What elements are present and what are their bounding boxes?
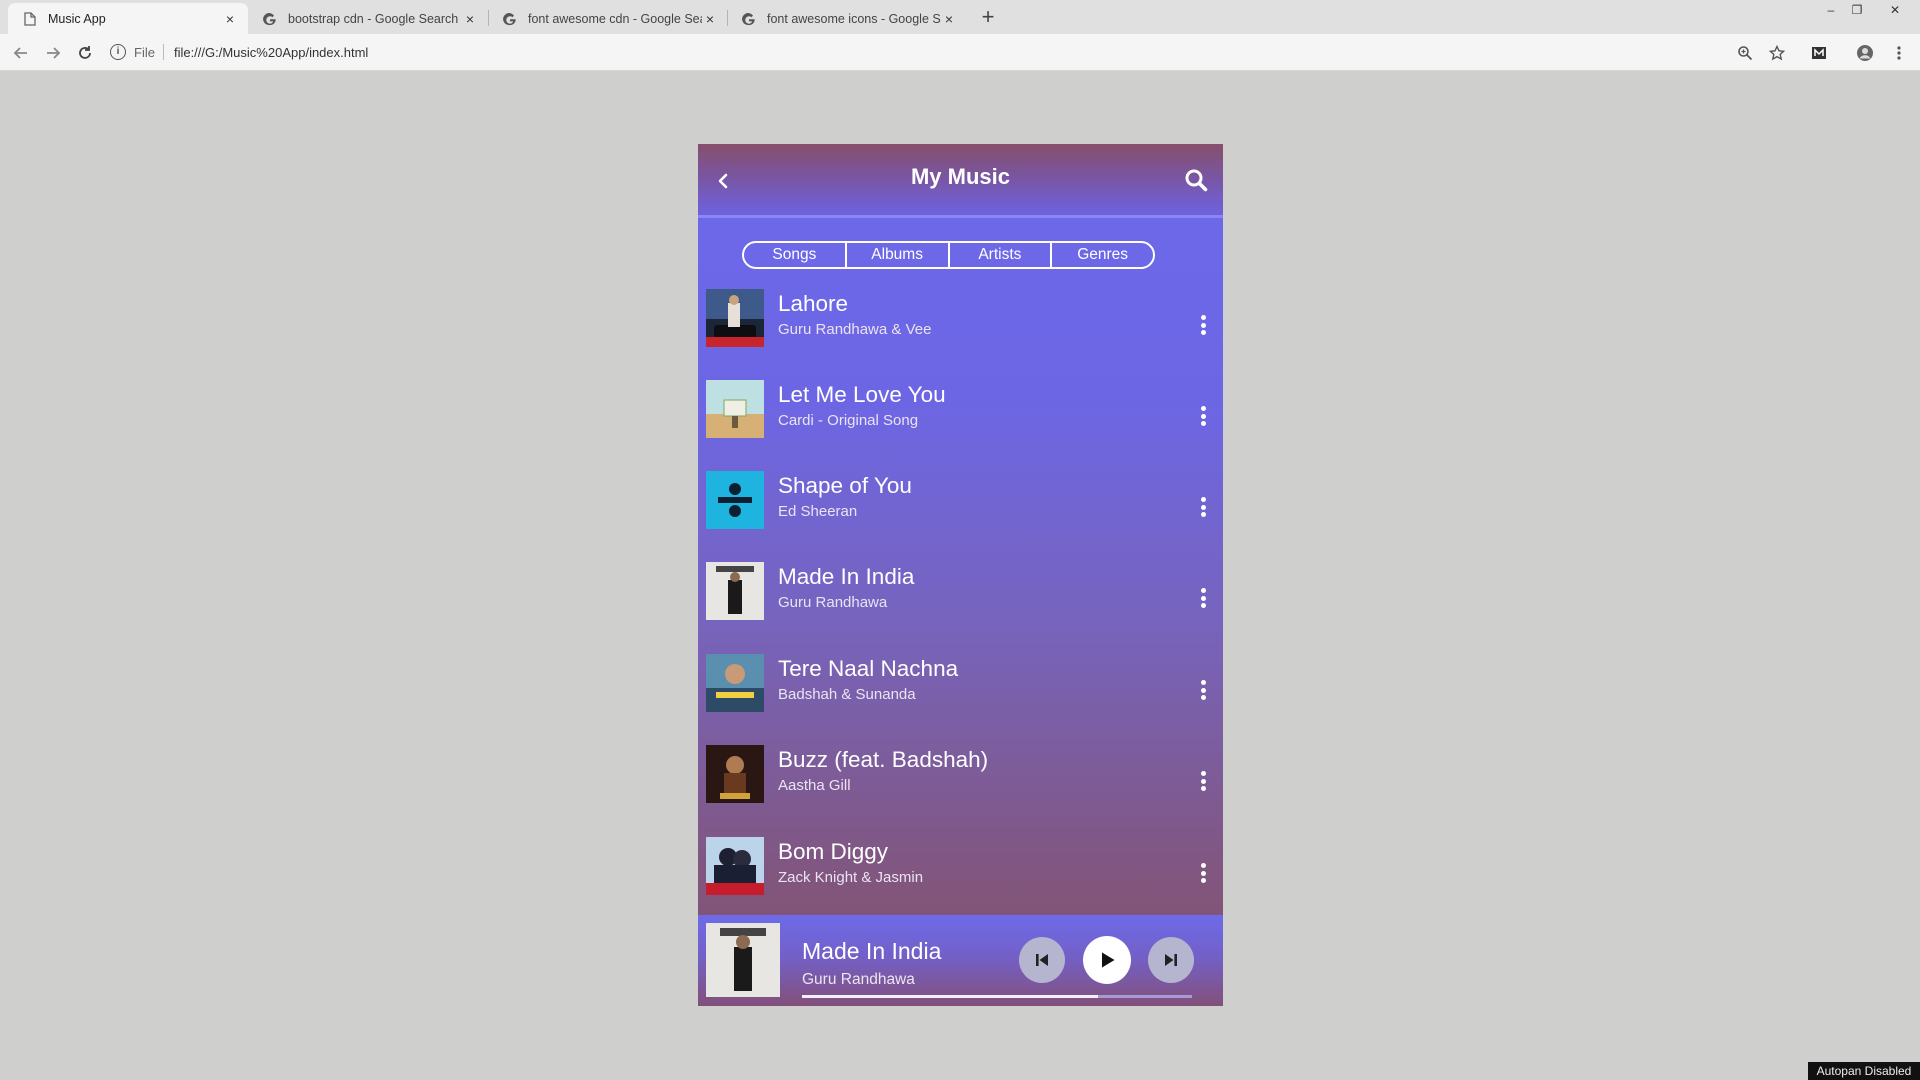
autopan-status-badge: Autopan Disabled: [1808, 1062, 1920, 1080]
song-title: Bom Diggy: [778, 839, 889, 864]
more-options-icon[interactable]: [1196, 586, 1210, 610]
tab-fa-cdn-search[interactable]: font awesome cdn - Google Sear ×: [488, 3, 728, 34]
star-icon[interactable]: [1764, 40, 1790, 66]
address-bar[interactable]: i File file:///G:/Music%20App/index.html: [110, 38, 1760, 66]
window-close-button[interactable]: ✕: [1882, 0, 1908, 20]
app-header: My Music: [698, 144, 1223, 218]
song-title: Tere Naal Nachna: [778, 656, 959, 681]
zoom-icon[interactable]: [1732, 40, 1758, 66]
song-artist: Zack Knight & Jasmin: [778, 869, 924, 886]
song-item[interactable]: Buzz (feat. Badshah) Aastha Gill: [706, 745, 1216, 807]
new-tab-button[interactable]: +: [976, 6, 1000, 30]
song-title: Let Me Love You: [778, 382, 946, 407]
tab-close-icon[interactable]: ×: [941, 11, 957, 27]
forward-arrow-icon[interactable]: [40, 40, 66, 66]
tab-artists[interactable]: Artists: [950, 243, 1053, 267]
next-track-button[interactable]: [1148, 937, 1194, 983]
google-icon: [741, 11, 757, 27]
skip-back-icon: [1036, 954, 1048, 966]
now-playing-cover[interactable]: [706, 923, 780, 997]
now-playing-artist: Guru Randhawa: [802, 971, 915, 988]
tab-title: bootstrap cdn - Google Search: [288, 11, 459, 26]
back-arrow-icon[interactable]: [8, 40, 34, 66]
song-item[interactable]: Shape of You Ed Sheeran: [706, 471, 1216, 533]
tab-title: Music App: [48, 11, 106, 26]
browser-toolbar: i File file:///G:/Music%20App/index.html: [0, 34, 1920, 71]
page-icon: [22, 11, 38, 27]
address-separator: [162, 44, 164, 60]
song-artist: Ed Sheeran: [778, 503, 858, 520]
tab-albums[interactable]: Albums: [847, 243, 950, 267]
album-cover: [706, 837, 764, 895]
now-playing-title: Made In India: [802, 938, 942, 964]
progress-bar[interactable]: [802, 995, 1192, 998]
song-item[interactable]: Bom Diggy Zack Knight & Jasmin: [706, 837, 1216, 899]
site-info-icon[interactable]: i: [110, 44, 126, 60]
tab-close-icon[interactable]: ×: [462, 11, 478, 27]
tab-genres[interactable]: Genres: [1052, 243, 1153, 267]
more-options-icon[interactable]: [1196, 495, 1210, 519]
more-options-icon[interactable]: [1196, 678, 1210, 702]
song-item[interactable]: Made In India Guru Randhawa: [706, 562, 1216, 624]
more-options-icon[interactable]: [1196, 861, 1210, 885]
song-artist: Cardi - Original Song: [778, 412, 919, 429]
song-title: Shape of You: [778, 473, 912, 498]
page-title: My Music: [910, 164, 1011, 189]
album-cover: [706, 289, 764, 347]
song-artist: Guru Randhawa & Vee: [778, 321, 932, 338]
more-options-icon[interactable]: [1196, 404, 1210, 428]
more-options-icon[interactable]: [1196, 769, 1210, 793]
address-url[interactable]: file:///G:/Music%20App/index.html: [174, 45, 368, 60]
play-icon: [1102, 952, 1115, 968]
menu-dots-icon[interactable]: [1886, 40, 1912, 66]
song-title: Made In India: [778, 564, 915, 589]
now-playing-bar: Made In India Guru Randhawa: [698, 915, 1223, 1006]
play-button[interactable]: [1083, 936, 1131, 984]
song-title: Lahore: [778, 291, 849, 316]
tab-close-icon[interactable]: ×: [222, 11, 238, 27]
skip-forward-icon: [1165, 954, 1177, 966]
album-cover: [706, 471, 764, 529]
address-scheme-label: File: [134, 44, 155, 60]
album-cover: [706, 562, 764, 620]
previous-track-button[interactable]: [1019, 937, 1065, 983]
category-tabs: Songs Albums Artists Genres: [742, 241, 1155, 269]
song-artist: Aastha Gill: [778, 777, 851, 794]
tab-fa-icons-search[interactable]: font awesome icons - Google Se ×: [727, 3, 967, 34]
song-artist: Guru Randhawa: [778, 594, 888, 611]
tab-songs[interactable]: Songs: [744, 243, 847, 267]
profile-icon[interactable]: [1852, 40, 1878, 66]
song-item[interactable]: Lahore Guru Randhawa & Vee: [706, 289, 1216, 351]
google-icon: [262, 11, 278, 27]
reload-icon[interactable]: [72, 40, 98, 66]
more-options-icon[interactable]: [1196, 313, 1210, 337]
tab-title: font awesome icons - Google Se: [767, 11, 941, 26]
google-icon: [502, 11, 518, 27]
song-item[interactable]: Tere Naal Nachna Badshah & Sunanda: [706, 654, 1216, 716]
album-cover: [706, 654, 764, 712]
search-icon[interactable]: [1182, 166, 1210, 194]
browser-tabstrip: Music App × bootstrap cdn - Google Searc…: [0, 0, 1920, 34]
tab-close-icon[interactable]: ×: [702, 11, 718, 27]
album-cover: [706, 745, 764, 803]
album-cover: [706, 380, 764, 438]
minimize-button[interactable]: –: [1818, 0, 1844, 20]
tab-bootstrap-search[interactable]: bootstrap cdn - Google Search ×: [248, 3, 488, 34]
progress-fill: [802, 995, 1099, 998]
restore-button[interactable]: ❐: [1844, 0, 1870, 20]
tab-music-app[interactable]: Music App ×: [8, 3, 248, 34]
music-app: My Music Songs Albums Artists Genres Lah…: [698, 144, 1223, 1006]
extension-icon[interactable]: [1806, 40, 1832, 66]
song-artist: Badshah & Sunanda: [778, 686, 916, 703]
song-title: Buzz (feat. Badshah): [778, 747, 989, 772]
tab-title: font awesome cdn - Google Sear: [528, 11, 702, 26]
song-item[interactable]: Let Me Love You Cardi - Original Song: [706, 380, 1216, 442]
